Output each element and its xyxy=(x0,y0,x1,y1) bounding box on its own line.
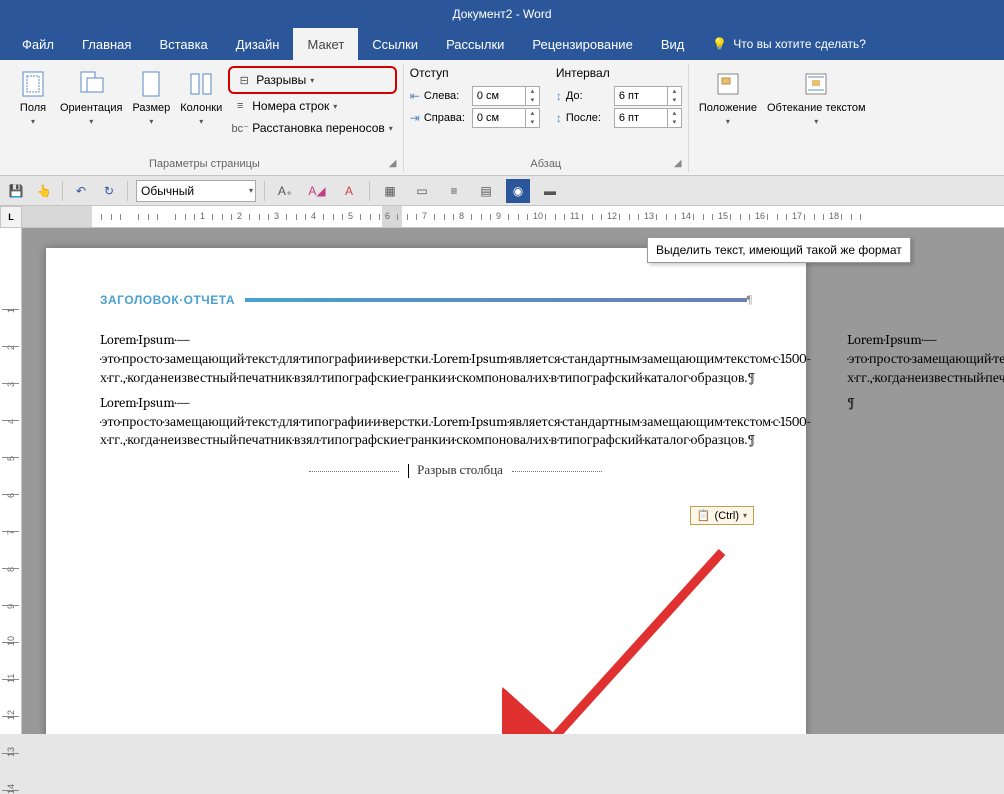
editor-area: L 1234567891011121314 123456789101112131… xyxy=(0,206,1004,734)
clear-formatting-button[interactable]: A◢ xyxy=(305,179,329,203)
doc-heading: ЗАГОЛОВОК·ОТЧЕТА xyxy=(100,293,235,307)
app-title: Документ2 - Word xyxy=(452,7,551,21)
page-setup-launcher[interactable]: ◢ xyxy=(389,158,401,170)
tab-layout[interactable]: Макет xyxy=(293,28,358,60)
inspector-button[interactable]: ▤ xyxy=(474,179,498,203)
paragraph-launcher[interactable]: ◢ xyxy=(674,158,686,170)
line-numbers-button[interactable]: ≡ Номера строк ▾ xyxy=(228,96,397,116)
tab-home[interactable]: Главная xyxy=(68,28,145,60)
breaks-icon: ⊟ xyxy=(236,72,252,88)
pilcrow-icon: ¶ xyxy=(747,292,752,307)
page: ЗАГОЛОВОК·ОТЧЕТА ¶ Lorem·Ipsum·—·это·про… xyxy=(46,248,806,734)
size-icon xyxy=(135,68,167,100)
document-canvas[interactable]: ЗАГОЛОВОК·ОТЧЕТА ¶ Lorem·Ipsum·—·это·про… xyxy=(22,228,1004,734)
tab-mailings[interactable]: Рассылки xyxy=(432,28,518,60)
insert-table-button[interactable]: ▦ xyxy=(378,179,402,203)
indent-left-icon: ⇤ xyxy=(410,89,420,103)
column-break-marker: Разрыв столбца xyxy=(100,462,811,480)
group-label-paragraph: Абзац xyxy=(410,156,682,172)
wrap-text-button[interactable]: Обтекание текстом▾ xyxy=(763,64,870,156)
save-button[interactable]: 💾 xyxy=(6,181,26,201)
paragraph[interactable]: Lorem·Ipsum·—·это·просто·замещающий·текс… xyxy=(100,331,811,388)
form-button[interactable]: ▬ xyxy=(538,179,562,203)
undo-button[interactable]: ↶ xyxy=(71,181,91,201)
group-arrange: Положение▾ Обтекание текстом▾ xyxy=(689,64,876,172)
bulb-icon: 💡 xyxy=(712,37,727,51)
spacing-after-icon: ↕ xyxy=(556,111,562,125)
group-page-setup: Поля▾ Ориентация▾ Размер▾ Колонки▾ xyxy=(6,64,404,172)
quick-access-toolbar: 💾 👆 ↶ ↻ Обычный ▾ A₊ A◢ A ▦ ▭ ≡ ▤ ◉ ▬ xyxy=(0,176,1004,206)
margins-button[interactable]: Поля▾ xyxy=(12,64,54,156)
horizontal-ruler[interactable]: 123456789101112131415161718 xyxy=(22,206,1004,228)
touch-mode-button[interactable]: 👆 xyxy=(34,181,54,201)
wrap-text-icon xyxy=(800,68,832,100)
tab-design[interactable]: Дизайн xyxy=(222,28,294,60)
paste-options-button[interactable]: 📋 (Ctrl) ▾ xyxy=(690,506,754,525)
tab-view[interactable]: Вид xyxy=(647,28,699,60)
indent-left-input[interactable]: 0 см ▴▾ xyxy=(472,86,540,106)
apply-styles-button[interactable]: A xyxy=(337,179,361,203)
select-similar-button[interactable]: ◉ xyxy=(506,179,530,203)
orientation-icon xyxy=(75,68,107,100)
style-selector[interactable]: Обычный ▾ xyxy=(136,180,256,202)
size-button[interactable]: Размер▾ xyxy=(128,64,174,156)
orientation-button[interactable]: Ориентация▾ xyxy=(56,64,126,156)
heading-bar xyxy=(245,298,747,302)
tab-insert[interactable]: Вставка xyxy=(145,28,221,60)
title-bar: Документ2 - Word xyxy=(0,0,1004,28)
hyphenation-button[interactable]: bc⁻ Расстановка переносов ▾ xyxy=(228,118,397,138)
indent-heading: Отступ xyxy=(410,64,540,84)
tooltip: Выделить текст, имеющий такой же формат xyxy=(647,237,911,263)
position-button[interactable]: Положение▾ xyxy=(695,64,761,156)
indent-right-icon: ⇥ xyxy=(410,111,420,125)
group-label-page-setup: Параметры страницы xyxy=(12,156,397,172)
tab-file[interactable]: Файл xyxy=(8,28,68,60)
columns-button[interactable]: Колонки▾ xyxy=(176,64,226,156)
spacing-after-input[interactable]: 6 пт ▴▾ xyxy=(614,108,682,128)
redo-button[interactable]: ↻ xyxy=(99,181,119,201)
vertical-ruler[interactable]: 1234567891011121314 xyxy=(0,228,22,734)
insert-object-button[interactable]: ▭ xyxy=(410,179,434,203)
clipboard-icon: 📋 xyxy=(697,509,711,522)
paragraph[interactable]: Lorem·Ipsum·—·это·просто·замещающий·текс… xyxy=(847,331,1004,388)
hyphenation-icon: bc⁻ xyxy=(232,120,248,136)
styles-pane-button[interactable]: ≡ xyxy=(442,179,466,203)
line-numbers-icon: ≡ xyxy=(232,98,248,114)
breaks-button[interactable]: ⊟ Разрывы ▾ xyxy=(228,66,397,94)
tab-references[interactable]: Ссылки xyxy=(358,28,432,60)
new-style-button[interactable]: A₊ xyxy=(273,179,297,203)
columns-icon xyxy=(185,68,217,100)
text-cursor xyxy=(408,464,409,478)
position-icon xyxy=(712,68,744,100)
paragraph[interactable]: Lorem·Ipsum·—·это·просто·замещающий·текс… xyxy=(100,394,811,451)
tab-tell-me[interactable]: 💡 Что вы хотите сделать? xyxy=(698,28,880,60)
spacing-heading: Интервал xyxy=(556,64,682,84)
spacing-before-input[interactable]: 6 пт ▴▾ xyxy=(614,86,682,106)
margins-icon xyxy=(17,68,49,100)
indent-right-input[interactable]: 0 см ▴▾ xyxy=(472,108,540,128)
paragraph-empty[interactable]: ¶ xyxy=(847,394,1004,413)
ribbon-tabs: Файл Главная Вставка Дизайн Макет Ссылки… xyxy=(0,28,1004,60)
ribbon: Поля▾ Ориентация▾ Размер▾ Колонки▾ xyxy=(0,60,1004,176)
group-paragraph: Отступ ⇤ Слева: 0 см ▴▾ ⇥ Справа: 0 см ▴… xyxy=(404,64,689,172)
spacing-before-icon: ↕ xyxy=(556,89,562,103)
tab-review[interactable]: Рецензирование xyxy=(518,28,646,60)
ruler-corner[interactable]: L xyxy=(0,206,22,228)
